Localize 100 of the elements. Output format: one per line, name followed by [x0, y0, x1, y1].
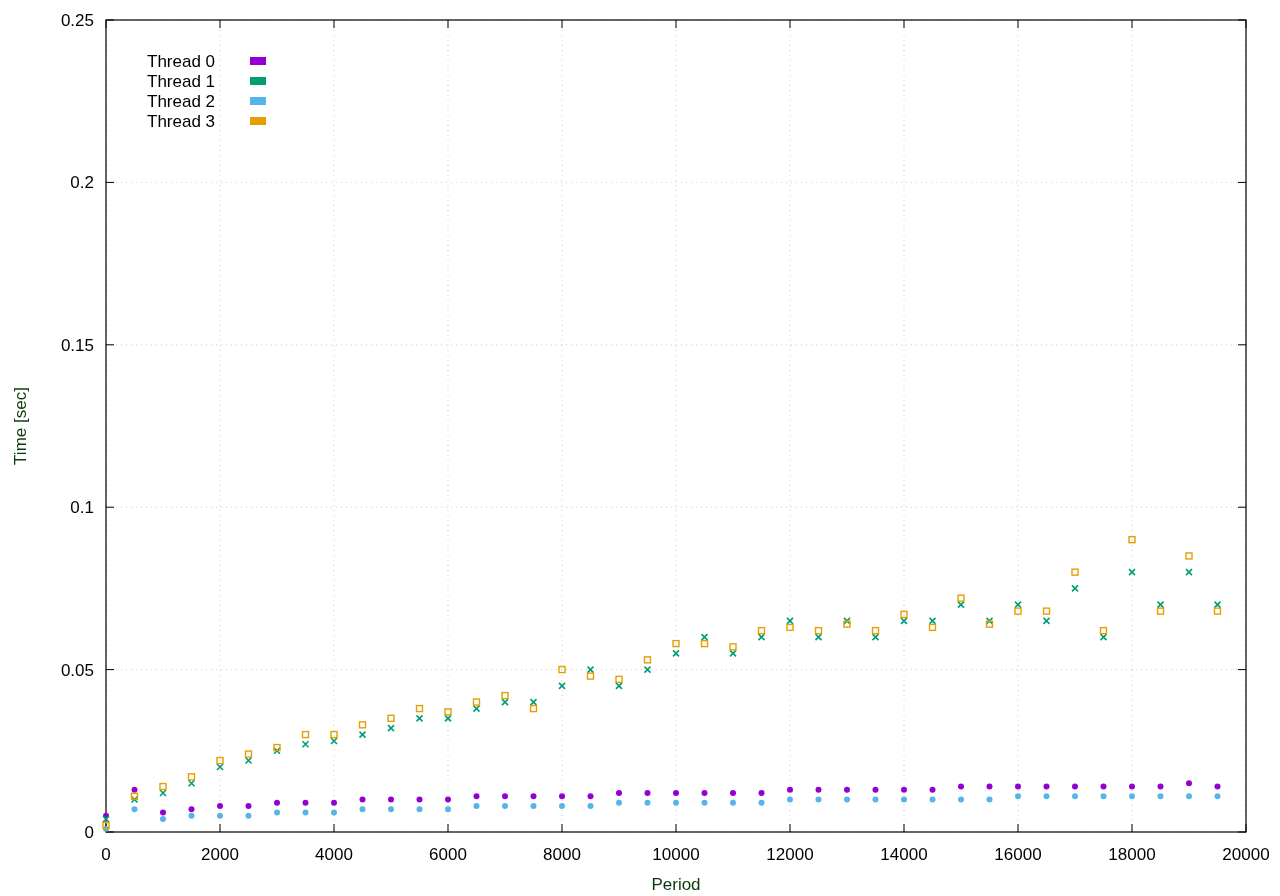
data-point: [359, 796, 366, 803]
data-point: [701, 790, 708, 796]
data-point: [673, 799, 679, 806]
data-point: [587, 793, 594, 800]
data-point: [502, 793, 508, 800]
data-point: [616, 799, 622, 806]
data-point: [1185, 552, 1193, 560]
data-point: [673, 790, 679, 796]
data-point: [814, 626, 823, 635]
data-point: [301, 730, 310, 739]
data-point: [1100, 783, 1107, 790]
data-point: [331, 809, 337, 816]
data-point: [1186, 780, 1192, 787]
data-point: [587, 803, 594, 809]
data-point: [644, 790, 651, 796]
data-point: [986, 783, 993, 790]
data-point: [958, 796, 964, 803]
data-point: [473, 793, 480, 800]
data-point: [701, 799, 708, 806]
data-point: [1015, 783, 1021, 790]
data-point: [901, 796, 907, 803]
data-point: [274, 809, 280, 816]
data-point: [1157, 783, 1164, 790]
data-point: [1214, 793, 1221, 800]
data-point: [1129, 783, 1135, 790]
data-point: [131, 806, 138, 813]
data-point: [359, 806, 366, 813]
data-point: [302, 799, 309, 806]
data-point: [245, 803, 252, 809]
data-point: [1128, 568, 1136, 576]
data-point: [1043, 783, 1050, 790]
data-point: [416, 806, 423, 813]
data-point: [643, 665, 652, 674]
data-point: [730, 799, 736, 806]
legend-label: Thread 2: [147, 92, 216, 111]
data-point: [502, 803, 508, 809]
data-point: [331, 799, 337, 806]
data-point: [530, 793, 537, 800]
data-point: [1128, 535, 1136, 544]
data-point: [815, 786, 822, 793]
legend-label: Thread 0: [147, 52, 216, 71]
data-point: [245, 812, 252, 819]
data-point: [1129, 793, 1135, 800]
data-point: [559, 803, 565, 809]
legend-label: Thread 1: [147, 72, 216, 91]
tick-label: 20000: [1222, 845, 1270, 864]
data-point: [473, 803, 480, 809]
tick-label: 2000: [201, 845, 239, 864]
data-point: [1042, 607, 1051, 615]
data-point: [872, 786, 879, 793]
data-point: [787, 786, 793, 793]
data-point: [730, 790, 736, 796]
data-point: [815, 796, 822, 803]
data-point: [616, 790, 622, 796]
data-point: [1071, 568, 1079, 576]
tick-label: 0.05: [60, 660, 94, 680]
data-point: [1156, 600, 1165, 609]
data-point: [929, 796, 936, 803]
tick-label: 4000: [315, 845, 353, 864]
tick-label: 18000: [1108, 845, 1156, 864]
data-point: [1099, 626, 1108, 635]
data-point: [415, 704, 424, 713]
data-point: [1072, 783, 1078, 790]
data-point: [901, 786, 907, 793]
data-point: [274, 799, 280, 806]
data-point: [130, 795, 139, 804]
data-point: [1042, 617, 1051, 625]
data-point: [1015, 793, 1021, 800]
tick-label: 0.25: [60, 11, 94, 30]
data-point: [586, 665, 595, 674]
data-point: [559, 793, 565, 800]
data-point: [558, 665, 566, 674]
data-point: [758, 790, 765, 796]
tick-label: 0.2: [70, 173, 94, 193]
data-point: [1072, 793, 1078, 800]
tick-label: 14000: [880, 845, 928, 864]
tick-label: 10000: [652, 845, 700, 864]
data-point: [844, 796, 850, 803]
data-point: [1213, 600, 1222, 609]
data-point: [415, 714, 424, 723]
data-point: [1071, 584, 1079, 593]
data-point: [872, 796, 879, 803]
data-point: [1186, 793, 1192, 800]
data-point: [187, 779, 196, 788]
tick-label: 16000: [994, 845, 1042, 864]
data-point: [217, 803, 223, 809]
data-point: [928, 623, 937, 632]
data-point: [1157, 793, 1164, 800]
data-point: [217, 812, 223, 819]
data-point: [445, 806, 451, 813]
data-point: [358, 730, 367, 739]
data-point: [871, 626, 880, 635]
tick-label: 6000: [429, 845, 467, 864]
data-point: [844, 786, 850, 793]
data-point: [388, 796, 394, 803]
data-point: [929, 786, 936, 793]
data-point: [1214, 783, 1221, 790]
data-point: [530, 803, 537, 809]
tick-label: 0: [84, 823, 94, 842]
data-point: [472, 704, 481, 713]
